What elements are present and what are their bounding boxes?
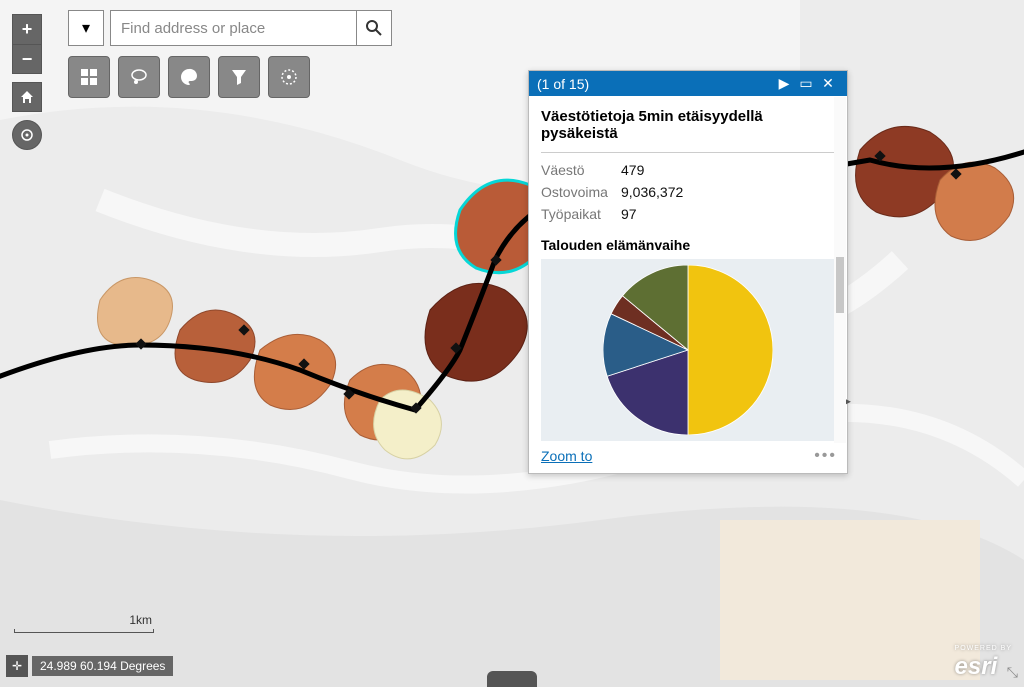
feature-popup: (1 of 15) ▶ ▭ ✕ Väestötietoja 5min etäis… <box>528 70 848 474</box>
target-icon <box>279 67 299 87</box>
esri-attribution: POWERED BY esri <box>955 645 1012 681</box>
attribute-table-handle[interactable] <box>487 671 537 687</box>
search-icon <box>365 19 383 37</box>
label-vaesto: Väestö <box>541 162 621 178</box>
map-canvas[interactable] <box>0 0 1024 687</box>
label-ostovoima: Ostovoima <box>541 184 621 200</box>
popup-maximize-button[interactable]: ▭ <box>795 75 817 92</box>
popup-title: Väestötietoja 5min etäisyydellä pysäkeis… <box>541 108 835 142</box>
crosshair-icon: ✛ <box>12 659 22 673</box>
pie-chart <box>541 259 835 441</box>
area-tool-button[interactable] <box>118 56 160 98</box>
basemap-gallery-button[interactable] <box>68 56 110 98</box>
zoom-in-button[interactable]: + <box>12 14 42 44</box>
search-input[interactable] <box>110 10 356 46</box>
brand-label: esri <box>955 653 998 680</box>
value-ostovoima: 9,036,372 <box>621 184 683 200</box>
popup-close-button[interactable]: ✕ <box>817 75 839 92</box>
popup-pager-label: (1 of 15) <box>537 76 773 92</box>
scalebar-label: 1km <box>129 613 152 627</box>
label-tyopaikat: Työpaikat <box>541 206 621 222</box>
funnel-icon <box>230 68 248 86</box>
powered-by-label: POWERED BY <box>955 645 1012 653</box>
coordinate-readout: 24.989 60.194 Degrees <box>32 656 173 676</box>
value-tyopaikat: 97 <box>621 206 637 222</box>
scalebar: 1km <box>14 613 154 633</box>
zoom-to-link[interactable]: Zoom to <box>541 448 592 464</box>
resize-handle-icon[interactable]: ⤡ <box>1007 664 1018 681</box>
popup-actions-menu[interactable]: ••• <box>814 447 837 465</box>
caret-down-icon: ▾ <box>82 18 90 38</box>
draw-tool-button[interactable] <box>168 56 210 98</box>
search-source-dropdown[interactable]: ▾ <box>68 10 104 46</box>
pie-slice <box>688 265 773 435</box>
home-button[interactable] <box>12 82 42 112</box>
filter-tool-button[interactable] <box>218 56 260 98</box>
value-vaesto: 479 <box>621 162 644 178</box>
search-button[interactable] <box>356 10 392 46</box>
analysis-tool-button[interactable] <box>268 56 310 98</box>
lasso-icon <box>128 66 150 88</box>
zoom-out-button[interactable]: − <box>12 44 42 74</box>
pie-chart-title: Talouden elämänvaihe <box>541 237 835 253</box>
palette-icon <box>179 67 199 87</box>
popup-scrollbar[interactable] <box>834 97 846 443</box>
popup-next-button[interactable]: ▶ <box>773 75 795 92</box>
grid-icon <box>79 67 99 87</box>
coordinate-mode-button[interactable]: ✛ <box>6 655 28 677</box>
locate-button[interactable] <box>12 120 42 150</box>
